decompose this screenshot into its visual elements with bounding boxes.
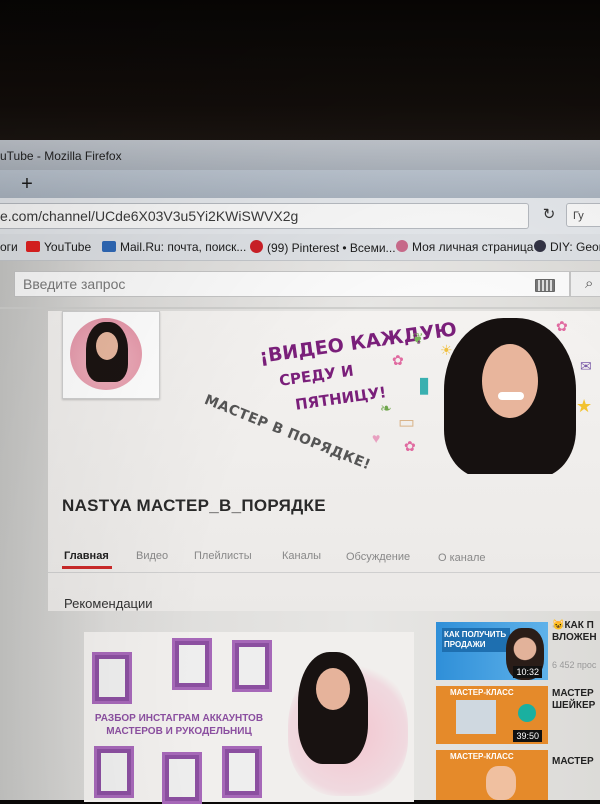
thumbnail-card <box>172 638 212 690</box>
globe-icon <box>534 240 546 252</box>
bookmark-label: Mail.Ru: почта, поиск... <box>120 240 247 254</box>
bookmark-label: Моя личная страница <box>412 240 534 254</box>
leaf-icon: ❧ <box>380 400 392 416</box>
video-duration: 39:50 <box>513 730 542 742</box>
bookmark-youtube[interactable]: YouTube <box>26 240 91 254</box>
thumbnail-card <box>92 652 132 704</box>
ok-icon <box>396 240 408 252</box>
featured-caption: РАЗБОР ИНСТАГРАМ АККАУНТОВ МАСТЕРОВ И РУ… <box>94 713 264 737</box>
sidebar-video-thumbnail[interactable]: МАСТЕР-КЛАСС <box>436 750 548 800</box>
flower-icon: ✿ <box>404 438 416 454</box>
tab-home[interactable]: Главная <box>64 550 109 562</box>
background-wall <box>0 0 600 150</box>
youtube-icon <box>26 241 40 252</box>
thumbnail-text: МАСТЕР-КЛАСС <box>450 688 514 697</box>
keyboard-icon[interactable] <box>535 279 555 292</box>
bookmark-label: оги <box>0 240 18 254</box>
thumbnail-text: КАК ПОЛУЧИТЬ ПРОДАЖИ <box>442 628 510 652</box>
bookmark-ok[interactable]: Моя личная страница <box>396 240 533 254</box>
featured-portrait-face <box>316 668 350 710</box>
reload-icon[interactable]: ↻ <box>538 204 560 226</box>
new-tab-button[interactable]: + <box>14 172 40 196</box>
navigation-bar: e.com/channel/UCde6X03V3u5Yi2KWiSWVX2g ↻… <box>0 198 600 235</box>
tabs-divider <box>48 572 600 573</box>
nail-polish-icon: ▮ <box>418 372 431 397</box>
sidebar-video-title[interactable]: МАСТЕР <box>552 756 594 768</box>
thumbnail-text: МАСТЕР-КЛАСС <box>450 752 514 761</box>
tab-about[interactable]: О канале <box>438 552 486 564</box>
bookmark-pinterest[interactable]: (99) Pinterest • Всеми... <box>250 240 396 255</box>
divider <box>0 307 600 309</box>
bookmark-label: YouTube <box>44 240 92 254</box>
bookmark-label: DIY: Geom <box>550 240 600 254</box>
pinterest-icon <box>250 240 263 253</box>
thumbnail-card <box>94 746 134 798</box>
bookmark-diy[interactable]: DIY: Geom <box>534 240 600 254</box>
bookmark-mailru[interactable]: Mail.Ru: почта, поиск... <box>102 240 246 254</box>
title-line: МАСТЕР <box>552 756 594 767</box>
tab-channels[interactable]: Каналы <box>282 550 321 562</box>
video-duration: 10:32 <box>513 666 542 678</box>
sidebar-video-title[interactable]: МАСТЕР ШЕЙКЕР <box>552 688 595 712</box>
bookmark-item[interactable]: оги <box>0 240 18 254</box>
section-title: Рекомендации <box>64 596 153 611</box>
browser-search-placeholder: Гу <box>573 210 584 222</box>
mailru-icon <box>102 241 116 252</box>
flower-icon: ✿ <box>392 352 404 368</box>
active-tab-indicator <box>62 566 112 569</box>
sidebar-video-thumbnail[interactable]: МАСТЕР-КЛАСС 39:50 <box>436 686 548 744</box>
heart-icon: ♥ <box>372 430 381 446</box>
youtube-search-input[interactable]: Введите запрос <box>14 271 570 297</box>
tab-videos[interactable]: Видео <box>136 550 168 562</box>
title-line: 😺КАК П <box>552 620 594 631</box>
search-icon: ⌕ <box>585 275 594 292</box>
window-titlebar: uTube - Mozilla Firefox <box>0 140 600 170</box>
channel-name: NASTYA МАСТЕР_В_ПОРЯДКЕ <box>62 496 326 515</box>
tab-strip: + <box>0 170 600 198</box>
bookmark-label: (99) Pinterest • Всеми... <box>267 241 396 255</box>
url-bar[interactable]: e.com/channel/UCde6X03V3u5Yi2KWiSWVX2g <box>0 203 529 229</box>
tab-discussion[interactable]: Обсуждение <box>346 551 410 563</box>
avatar-image <box>70 318 142 390</box>
title-line: ВЛОЖЕН <box>552 632 597 643</box>
title-line: ШЕЙКЕР <box>552 700 596 711</box>
sidebar-video-views: 6 452 прос <box>552 660 597 670</box>
browser-search-box[interactable]: Гу <box>566 203 600 227</box>
search-placeholder: Введите запрос <box>23 276 126 292</box>
banner-portrait <box>436 314 582 474</box>
tape-icon: ▭ <box>398 412 416 432</box>
sidebar-video-thumbnail[interactable]: КАК ПОЛУЧИТЬ ПРОДАЖИ 10:32 <box>436 622 548 680</box>
search-button[interactable]: ⌕ <box>570 271 600 297</box>
channel-avatar[interactable] <box>62 311 160 399</box>
thumbnail-card <box>162 752 202 804</box>
leaf-icon: ❦ <box>412 330 424 346</box>
thumbnail-card <box>232 640 272 692</box>
tab-playlists[interactable]: Плейлисты <box>194 550 252 562</box>
thumbnail-card <box>222 746 262 798</box>
bookmarks-toolbar: оги YouTube Mail.Ru: почта, поиск... (99… <box>0 234 600 261</box>
sidebar-video-title[interactable]: 😺КАК П ВЛОЖЕН <box>552 620 597 644</box>
window-title: uTube - Mozilla Firefox <box>0 149 122 163</box>
title-line: МАСТЕР <box>552 688 594 699</box>
